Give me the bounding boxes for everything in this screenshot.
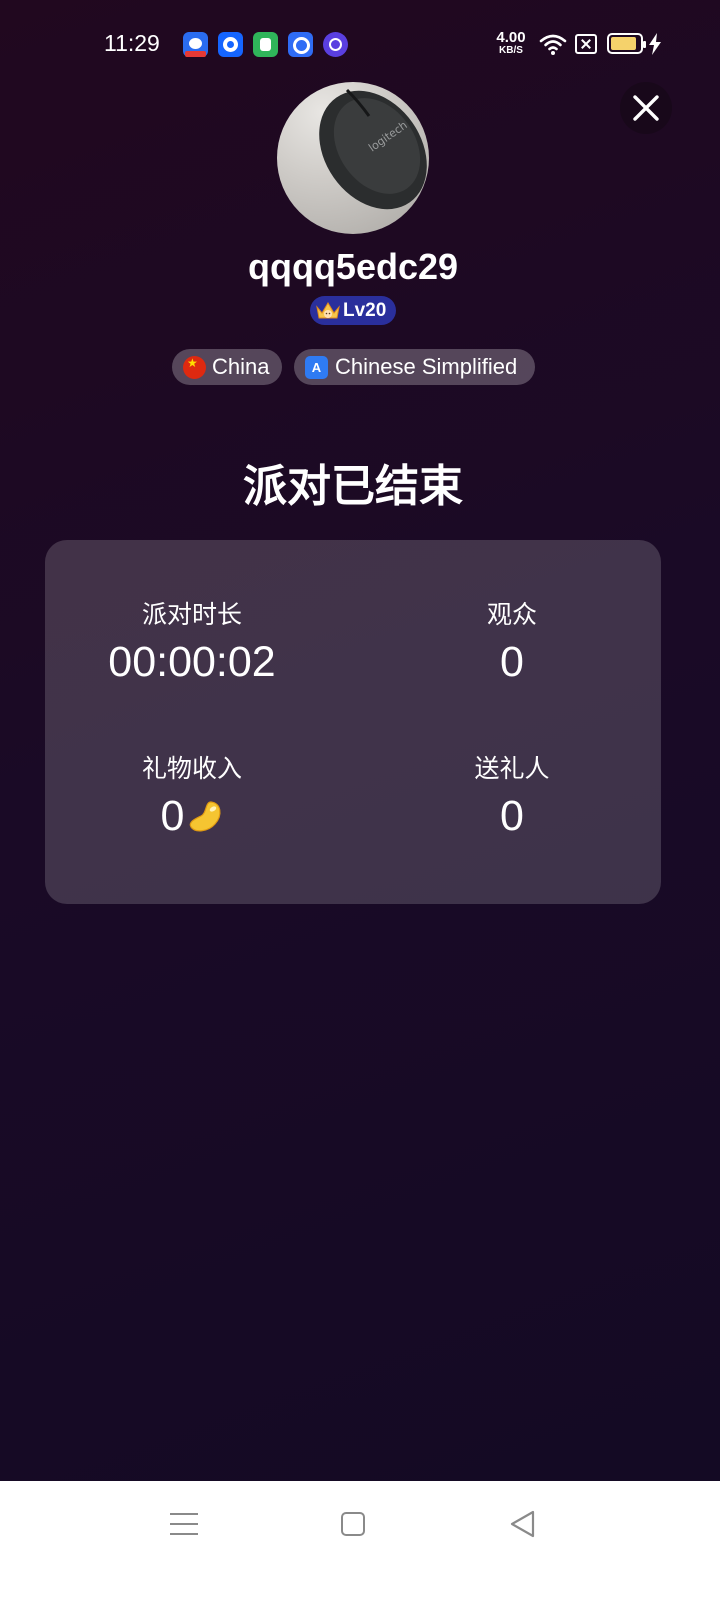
nav-home-button[interactable] <box>341 1512 365 1536</box>
country-chip: China <box>172 349 282 385</box>
avatar[interactable]: logitech <box>277 82 429 234</box>
language-label: Chinese Simplified <box>335 354 518 379</box>
notification-icons <box>183 32 348 57</box>
stat-gift-income: 礼物收入 0 <box>52 752 332 842</box>
green-app-icon <box>253 32 278 57</box>
purple-app-icon <box>323 32 348 57</box>
stat-audience-value: 0 <box>372 636 652 688</box>
stat-gift-givers: 送礼人 0 <box>372 752 652 842</box>
stat-audience-value-text: 0 <box>500 637 524 686</box>
party-ended-title: 派对已结束 <box>243 461 463 512</box>
stats-card: 派对时长 00:00:02 观众 0 礼物收入 0 送礼人 0 <box>45 540 661 904</box>
status-time: 11:29 <box>104 30 160 56</box>
stat-audience: 观众 0 <box>372 598 652 688</box>
stat-duration-value-text: 00:00:02 <box>108 637 276 686</box>
close-button[interactable] <box>620 82 672 134</box>
avatar-mouse-photo: logitech <box>319 88 427 210</box>
wifi-icon <box>539 34 567 55</box>
network-speed-value: 4.00 <box>496 29 526 46</box>
level-badge: Lv20 <box>310 296 396 325</box>
system-navigation-bar <box>0 1481 720 1600</box>
charging-bolt-icon <box>649 33 661 55</box>
menu-icon-line <box>170 1533 198 1535</box>
username: qqqq5edc29 <box>247 246 459 287</box>
language-chip: A Chinese Simplified <box>294 349 535 385</box>
crown-icon <box>316 301 340 318</box>
stat-duration: 派对时长 00:00:02 <box>52 598 332 688</box>
stat-duration-value: 00:00:02 <box>52 636 332 688</box>
country-label: China <box>212 354 270 379</box>
menu-icon-line <box>170 1513 198 1515</box>
stat-gift-income-label: 礼物收入 <box>141 754 242 783</box>
blue-search-app-icon <box>288 32 313 57</box>
network-speed: 4.00 KB/S <box>493 30 529 56</box>
stat-gift-income-value-text: 0 <box>160 791 185 840</box>
stat-audience-label: 观众 <box>486 600 537 629</box>
blue-app-icon <box>218 32 243 57</box>
china-flag-icon <box>183 355 206 379</box>
no-sim-icon <box>575 34 597 54</box>
stat-gift-givers-value: 0 <box>372 790 652 842</box>
close-icon <box>633 95 659 121</box>
stat-duration-label: 派对时长 <box>141 600 242 629</box>
status-bar: 11:29 4.00 KB/S <box>0 0 720 90</box>
level-text: Lv20 <box>343 299 387 321</box>
bean-coin-icon <box>190 801 221 832</box>
battery-fill <box>611 37 637 50</box>
stat-gift-income-value: 0 <box>52 790 332 842</box>
translate-icon: A <box>305 355 328 379</box>
nav-back-button[interactable] <box>508 1509 536 1539</box>
nav-recents-button[interactable] <box>170 1511 198 1537</box>
baidu-app-icon <box>183 32 208 57</box>
menu-icon-line <box>170 1523 198 1525</box>
network-speed-unit: KB/S <box>499 45 523 56</box>
stat-gift-givers-label: 送礼人 <box>474 754 550 783</box>
battery-icon <box>607 33 646 54</box>
stat-gift-givers-value-text: 0 <box>500 791 524 840</box>
